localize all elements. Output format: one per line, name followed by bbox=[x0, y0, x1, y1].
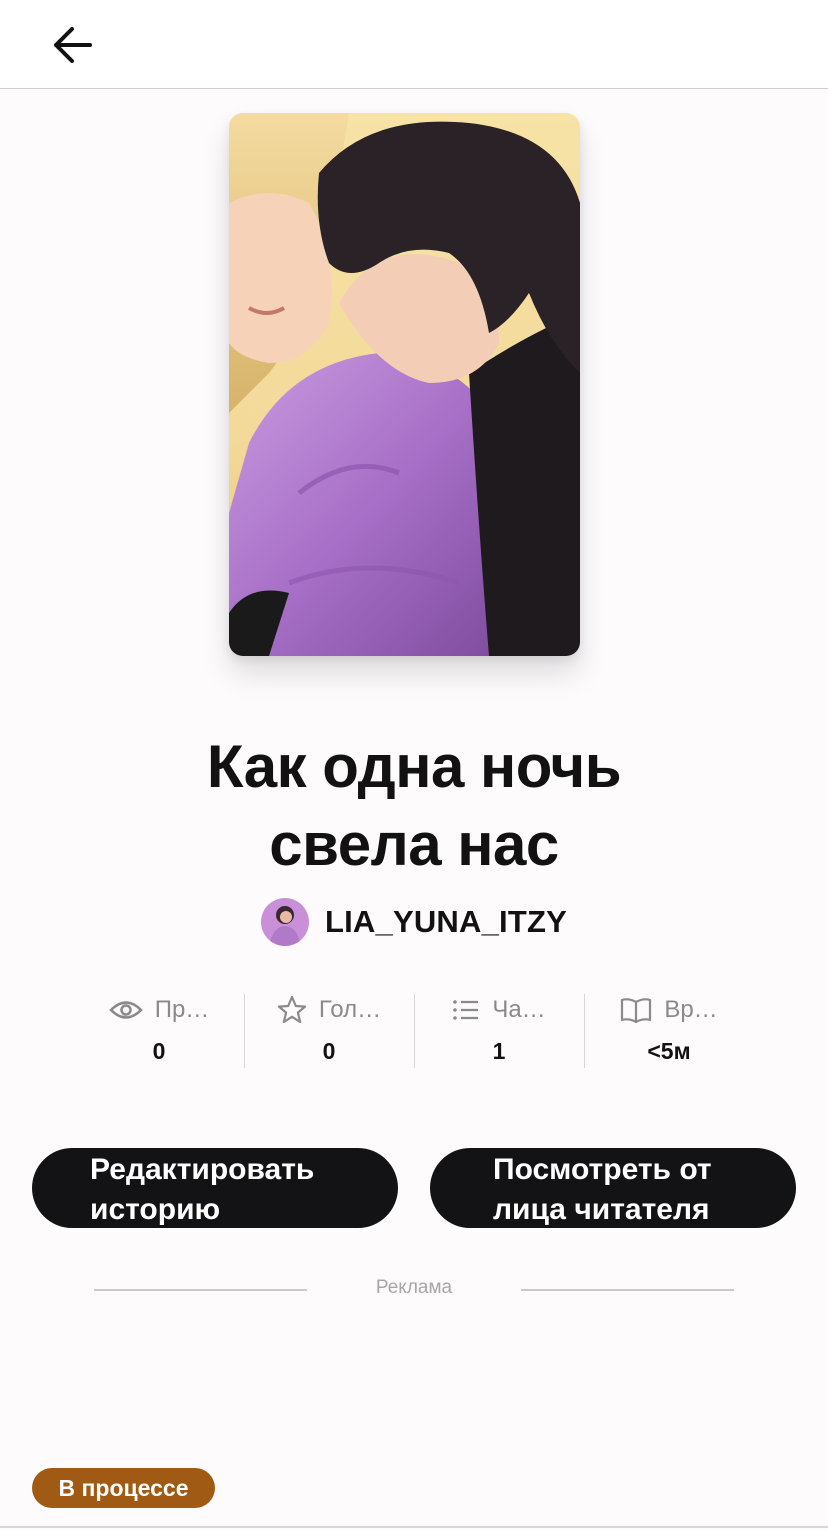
stat-value: <5м bbox=[647, 1038, 691, 1064]
reader-view-label-line-1: Посмотреть от bbox=[493, 1153, 712, 1186]
story-cover bbox=[229, 113, 580, 656]
arrow-left-icon bbox=[54, 27, 92, 63]
stat-label: Ча… bbox=[492, 996, 546, 1023]
eye-icon bbox=[108, 1001, 143, 1019]
edit-story-label-line-1: Редактировать bbox=[90, 1153, 315, 1186]
reader-view-label-line-2: лица читателя bbox=[493, 1193, 710, 1226]
ad-divider-right bbox=[521, 1289, 734, 1291]
book-icon bbox=[621, 998, 652, 1024]
avatar bbox=[260, 898, 309, 946]
stat-label: Вр… bbox=[664, 996, 718, 1023]
stat-label: Гол… bbox=[318, 996, 382, 1023]
stat-reads: Пр… 0 bbox=[74, 992, 244, 1068]
stat-votes: Гол… 0 bbox=[244, 992, 414, 1068]
stat-parts: Ча… 1 bbox=[414, 992, 584, 1068]
reader-view-button[interactable]: Посмотреть от лица читателя bbox=[430, 1148, 796, 1228]
author-link[interactable]: LIA_YUNA_ITZY bbox=[0, 896, 828, 948]
back-button[interactable] bbox=[44, 20, 100, 70]
stat-reading-time: Вр… <5м bbox=[584, 992, 754, 1068]
edit-story-label-line-2: историю bbox=[90, 1193, 221, 1226]
stat-label: Пр… bbox=[154, 996, 210, 1023]
status-badge: В процессе bbox=[32, 1468, 215, 1508]
top-bar bbox=[0, 0, 828, 89]
bottom-divider bbox=[0, 1526, 828, 1528]
author-name: LIA_YUNA_ITZY bbox=[324, 904, 568, 939]
story-stats: Пр… 0 Гол… 0 Ча… 1 Вр… <5м bbox=[74, 992, 754, 1068]
stat-value: 0 bbox=[322, 1038, 336, 1064]
story-title-line-1: Как одна ночь bbox=[206, 733, 622, 800]
ad-divider-left bbox=[94, 1289, 307, 1291]
list-icon bbox=[453, 1000, 479, 1020]
ad-label: Реклама bbox=[375, 1277, 453, 1298]
edit-story-button[interactable]: Редактировать историю bbox=[32, 1148, 398, 1228]
story-title-line-2: свела нас bbox=[269, 811, 559, 878]
star-icon bbox=[277, 995, 306, 1024]
story-title: Как одна ночь свела нас bbox=[60, 728, 768, 884]
stat-value: 0 bbox=[152, 1038, 166, 1064]
stat-value: 1 bbox=[492, 1038, 506, 1064]
